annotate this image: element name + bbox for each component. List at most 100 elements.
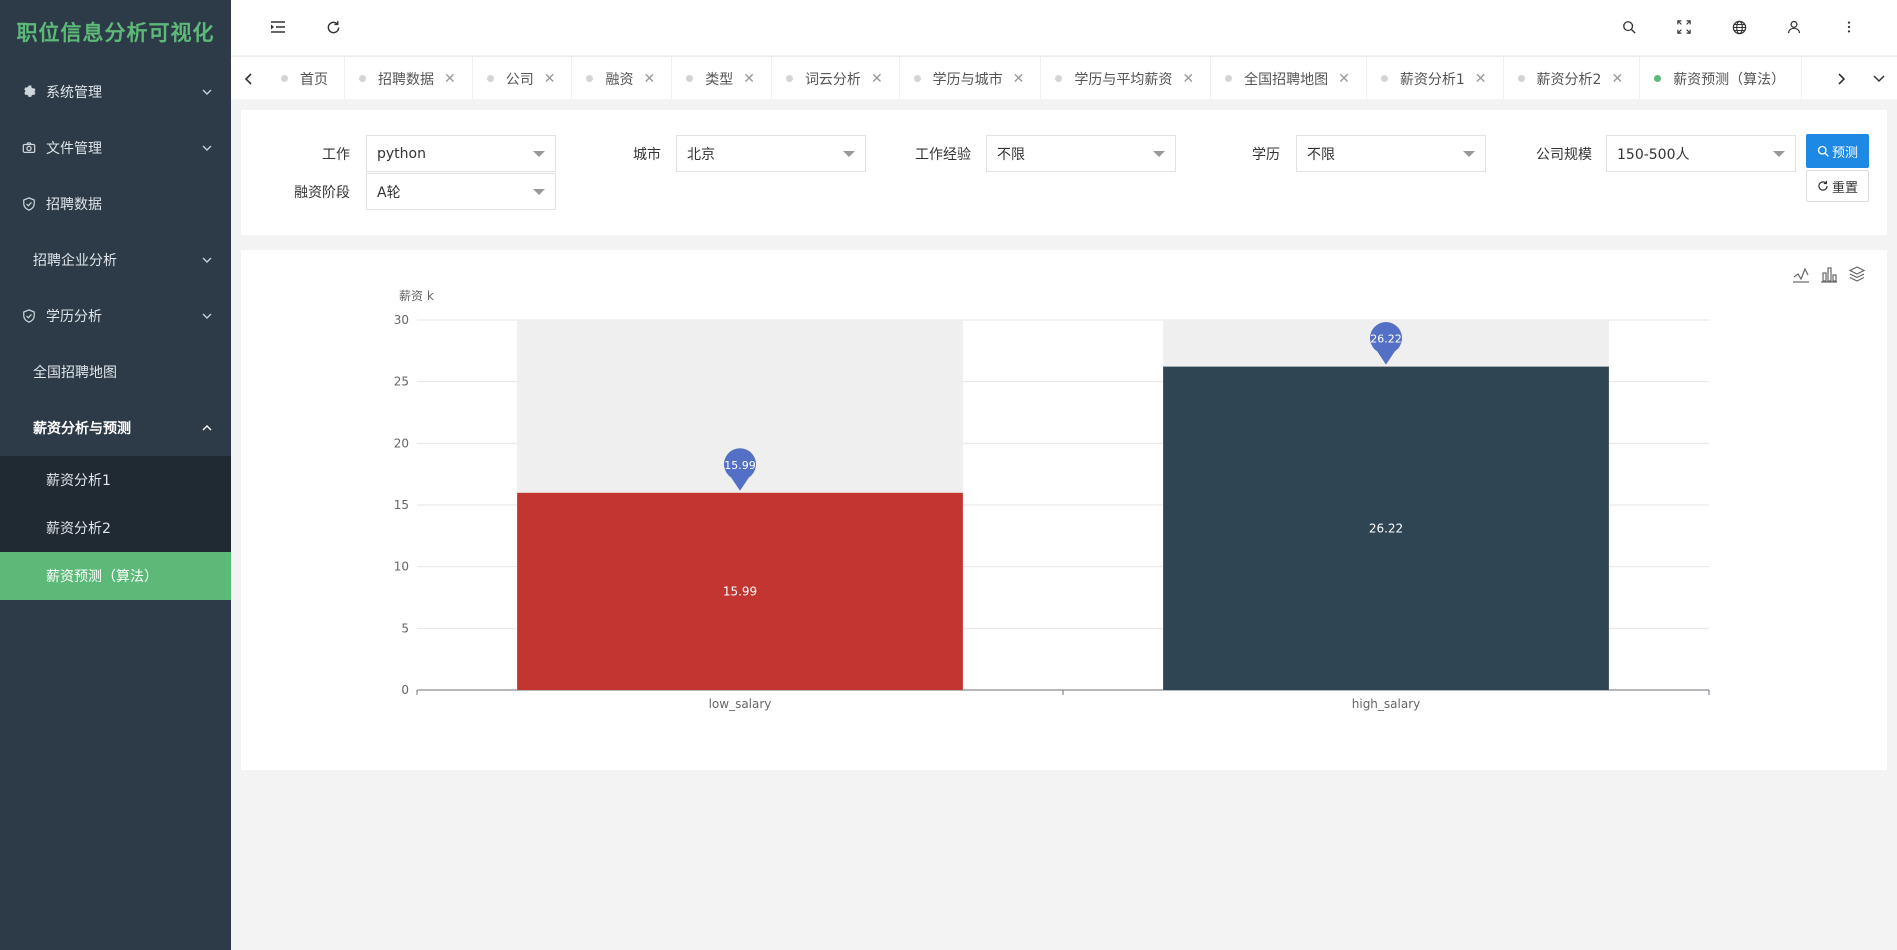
- sidebar: 职位信息分析可视化 系统管理 文件管理 招聘数据 招聘企业分析 学历分析 全国招…: [0, 0, 231, 950]
- shield-check-icon: [22, 309, 36, 323]
- sidebar-item-company-analysis[interactable]: 招聘企业分析: [0, 232, 231, 288]
- funding-select-value: A轮: [377, 184, 401, 201]
- salary-bar-chart: 薪资 k 0 5 10 15 20 25 30 15.99 low_salary 15.99 26.2…: [394, 289, 1710, 711]
- company-size-label: 公司规模: [1536, 147, 1592, 163]
- close-icon[interactable]: ✕: [544, 71, 556, 87]
- close-icon[interactable]: ✕: [643, 71, 655, 87]
- sidebar-subitem-salary-predict[interactable]: 薪资预测（算法）: [0, 552, 231, 600]
- tab-item[interactable]: 词云分析 ✕: [772, 57, 900, 99]
- tab-item[interactable]: 全国招聘地图 ✕: [1211, 57, 1367, 99]
- bar-value-label: 26.22: [1369, 521, 1403, 535]
- close-icon[interactable]: ✕: [1611, 71, 1623, 87]
- caret-down-icon: [1773, 151, 1785, 157]
- predict-button[interactable]: 预测: [1806, 134, 1869, 168]
- caret-down-icon: [533, 189, 545, 195]
- tab-status-dot: [281, 75, 288, 82]
- tab-status-dot: [359, 75, 366, 82]
- job-select-value: python: [377, 145, 426, 162]
- tab-item[interactable]: 招聘数据 ✕: [345, 57, 473, 99]
- globe-icon[interactable]: [1728, 16, 1750, 38]
- x-tick-label: high_salary: [1352, 697, 1421, 711]
- tab-status-dot: [486, 75, 494, 82]
- tab-label: 首页: [300, 71, 328, 88]
- company-size-select[interactable]: 150-500人: [1606, 135, 1796, 172]
- tab-item[interactable]: 公司 ✕: [473, 57, 573, 99]
- fullscreen-icon[interactable]: [1673, 16, 1695, 38]
- job-select[interactable]: python: [366, 135, 556, 172]
- tab-item[interactable]: 薪资预测（算法）: [1640, 57, 1803, 99]
- tab-status-dot: [785, 75, 793, 82]
- sidebar-item-recruit-data[interactable]: 招聘数据: [0, 176, 231, 232]
- close-icon[interactable]: ✕: [1338, 71, 1350, 87]
- tab-label: 学历与平均薪资: [1074, 71, 1173, 88]
- sidebar-item-label: 系统管理: [46, 85, 102, 101]
- tabs-scroll-left-icon[interactable]: [231, 57, 267, 99]
- sidebar-subitem-salary-2[interactable]: 薪资分析2: [0, 504, 231, 552]
- chevron-down-icon: [202, 89, 212, 95]
- tab-label: 类型: [705, 71, 734, 88]
- tab-status-dot: [1055, 75, 1063, 82]
- sidebar-item-map[interactable]: 全国招聘地图: [0, 344, 231, 400]
- tab-label: 薪资分析2: [1536, 71, 1602, 88]
- sidebar-item-system[interactable]: 系统管理: [0, 64, 231, 120]
- city-select[interactable]: 北京: [676, 135, 866, 172]
- top-header: [231, 0, 1897, 55]
- menu-fold-icon[interactable]: [267, 16, 289, 38]
- close-icon[interactable]: ✕: [444, 71, 456, 87]
- tab-item[interactable]: 薪资分析1 ✕: [1367, 57, 1504, 99]
- tab-status-dot: [586, 75, 594, 82]
- tab-status-dot: [1654, 75, 1662, 82]
- sidebar-item-label: 文件管理: [46, 141, 102, 157]
- tab-item[interactable]: 学历与平均薪资 ✕: [1041, 57, 1212, 99]
- markpoint-label: 26.22: [1370, 333, 1402, 346]
- markpoint-label: 15.99: [724, 459, 756, 472]
- user-icon[interactable]: [1783, 16, 1805, 38]
- funding-select[interactable]: A轮: [366, 173, 556, 210]
- more-vertical-icon[interactable]: [1838, 16, 1860, 38]
- tab-item[interactable]: 首页: [267, 57, 345, 99]
- tab-label: 学历与城市: [932, 71, 1003, 88]
- experience-label: 工作经验: [915, 147, 971, 163]
- tab-item[interactable]: 融资 ✕: [572, 57, 673, 99]
- sidebar-item-label: 全国招聘地图: [33, 365, 117, 381]
- sidebar-item-files[interactable]: 文件管理: [0, 120, 231, 176]
- tabs-scroll-right-icon[interactable]: [1823, 57, 1859, 99]
- experience-select-value: 不限: [997, 146, 1025, 163]
- tab-strip: 首页 招聘数据 ✕ 公司 ✕ 融资 ✕ 类型 ✕ 词云分析 ✕ 学历与城市 ✕ 学历与平均薪资 ✕ 全国招聘地…: [267, 57, 1839, 99]
- chevron-down-icon: [202, 313, 212, 319]
- sidebar-item-label: 招聘企业分析: [33, 253, 117, 269]
- tab-label: 薪资预测（算法）: [1673, 71, 1786, 88]
- reset-button-label: 重置: [1831, 180, 1858, 196]
- close-icon[interactable]: ✕: [1182, 71, 1194, 87]
- tab-label: 全国招聘地图: [1244, 71, 1329, 88]
- tab-status-dot: [1380, 75, 1388, 82]
- city-select-value: 北京: [687, 146, 715, 163]
- reset-button[interactable]: 重置: [1806, 170, 1869, 202]
- app-title: 职位信息分析可视化: [16, 21, 215, 45]
- search-icon[interactable]: [1618, 16, 1640, 38]
- y-tick-label: 10: [394, 560, 409, 574]
- y-tick-label: 25: [394, 375, 409, 389]
- shield-check-icon: [22, 197, 36, 211]
- y-tick-label: 20: [394, 436, 409, 450]
- close-icon[interactable]: ✕: [1013, 71, 1025, 87]
- sidebar-item-education[interactable]: 学历分析: [0, 288, 231, 344]
- close-icon[interactable]: ✕: [871, 71, 883, 87]
- caret-down-icon: [533, 151, 545, 157]
- experience-select[interactable]: 不限: [986, 135, 1176, 172]
- sidebar-item-label: 学历分析: [46, 309, 102, 325]
- company-size-select-value: 150-500人: [1617, 146, 1690, 163]
- sidebar-item-salary[interactable]: 薪资分析与预测: [0, 400, 231, 456]
- tab-item[interactable]: 类型 ✕: [672, 57, 772, 99]
- sidebar-subitem-salary-1[interactable]: 薪资分析1: [0, 456, 231, 504]
- sidebar-item-label: 招聘数据: [46, 197, 102, 213]
- tab-status-dot: [1517, 75, 1525, 82]
- close-icon[interactable]: ✕: [1475, 71, 1487, 87]
- education-select[interactable]: 不限: [1296, 135, 1486, 172]
- education-select-value: 不限: [1307, 146, 1335, 163]
- tab-item[interactable]: 学历与城市 ✕: [900, 57, 1042, 99]
- tab-item[interactable]: 薪资分析2 ✕: [1504, 57, 1641, 99]
- tabs-dropdown-icon[interactable]: [1861, 57, 1897, 99]
- refresh-icon[interactable]: [322, 16, 344, 38]
- close-icon[interactable]: ✕: [743, 71, 755, 87]
